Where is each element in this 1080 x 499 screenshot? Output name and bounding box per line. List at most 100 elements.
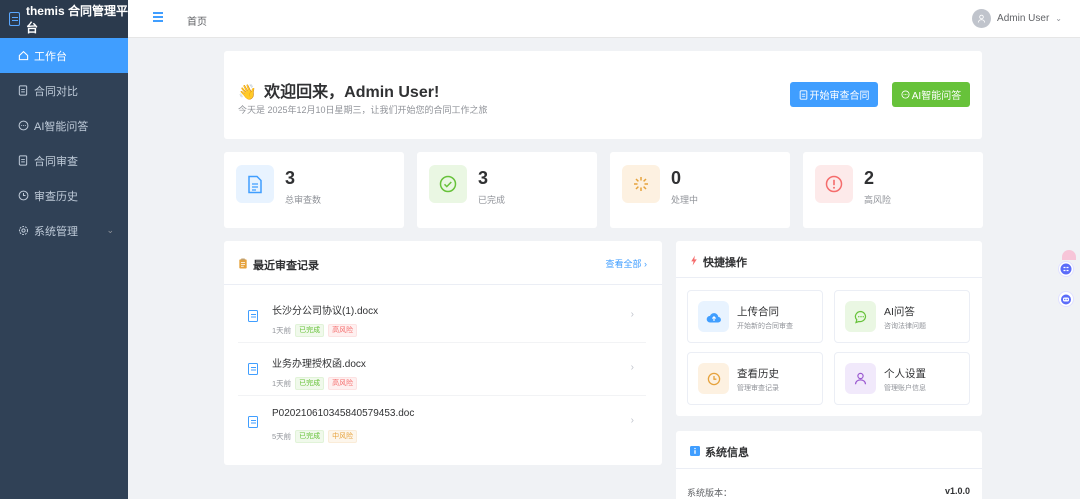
assistant-icon[interactable] bbox=[1058, 261, 1074, 277]
stat-high-risk: 2 高风险 bbox=[803, 152, 983, 228]
brand-logo[interactable]: themis 合同管理平台 bbox=[0, 0, 128, 38]
divider bbox=[224, 284, 662, 285]
list-item[interactable]: 长沙分公司协议(1).docx 1天前 已完成 高风险 › bbox=[238, 291, 646, 343]
stat-label: 总审查数 bbox=[285, 195, 322, 205]
chevron-right-icon: › bbox=[630, 415, 634, 426]
chat-icon bbox=[17, 120, 29, 132]
document-icon bbox=[248, 416, 258, 428]
stat-value: 0 bbox=[671, 168, 682, 188]
chevron-right-icon: › bbox=[630, 362, 634, 373]
list-item[interactable]: P020210610345840579453.doc 5天前 已完成 中风险 › bbox=[238, 397, 646, 449]
stat-value: 2 bbox=[864, 168, 875, 188]
file-name: P020210610345840579453.doc bbox=[272, 408, 415, 419]
action-title: AI问答 bbox=[884, 306, 915, 318]
sidebar-item-contract-review[interactable]: 合同审查 bbox=[0, 143, 128, 178]
view-history-button[interactable]: 查看历史 管理审查记录 bbox=[687, 352, 823, 405]
personal-settings-button[interactable]: 个人设置 管理账户信息 bbox=[834, 352, 970, 405]
robot-icon[interactable] bbox=[1058, 291, 1074, 307]
user-menu[interactable]: Admin User ⌄ bbox=[972, 9, 1062, 28]
action-title: 查看历史 bbox=[737, 368, 779, 380]
stat-label: 已完成 bbox=[478, 195, 506, 205]
file-meta: 1天前 已完成 高风险 bbox=[272, 324, 358, 337]
chevron-right-icon: › bbox=[630, 309, 634, 320]
clock-icon bbox=[698, 363, 729, 394]
time-ago: 1天前 bbox=[272, 326, 292, 335]
action-subtitle: 咨询法律问题 bbox=[884, 323, 926, 330]
chevron-down-icon: ⌄ bbox=[106, 225, 114, 235]
document-icon bbox=[248, 310, 258, 322]
file-name: 业务办理授权函.docx bbox=[272, 359, 366, 370]
welcome-title: 👋 欢迎回来，Admin User! bbox=[238, 84, 440, 101]
risk-badge: 高风险 bbox=[328, 324, 358, 337]
action-title: 个人设置 bbox=[884, 368, 926, 380]
document-icon bbox=[17, 155, 29, 167]
sidebar-item-workbench[interactable]: 工作台 bbox=[0, 38, 128, 73]
chevron-down-icon: ⌄ bbox=[1055, 14, 1062, 23]
top-header: 首页 Admin User ⌄ bbox=[128, 0, 1080, 38]
sidebar-item-review-history[interactable]: 审查历史 bbox=[0, 178, 128, 213]
status-badge: 已完成 bbox=[295, 324, 325, 337]
status-badge: 已完成 bbox=[295, 430, 325, 443]
stat-label: 高风险 bbox=[864, 195, 892, 205]
breadcrumb[interactable]: 首页 bbox=[187, 13, 207, 28]
sidebar-item-label: 审查历史 bbox=[34, 190, 78, 203]
info-icon bbox=[690, 445, 700, 459]
ai-qa-button[interactable]: AI智能问答 bbox=[892, 82, 970, 107]
quick-actions-panel: 快捷操作 上传合同 开始新的合同审查 AI问答 咨询法律问题 查看历史 管理审查… bbox=[676, 241, 982, 416]
user-name: Admin User bbox=[997, 13, 1050, 24]
divider bbox=[676, 468, 982, 469]
sidebar-item-label: 系统管理 bbox=[34, 225, 78, 238]
document-icon bbox=[9, 12, 20, 26]
action-subtitle: 管理审查记录 bbox=[737, 385, 779, 392]
version-value: v1.0.0 bbox=[944, 486, 970, 496]
action-title: 上传合同 bbox=[737, 306, 779, 318]
file-name: 长沙分公司协议(1).docx bbox=[272, 306, 379, 317]
upload-contract-button[interactable]: 上传合同 开始新的合同审查 bbox=[687, 290, 823, 343]
sidebar-item-ai-qa[interactable]: AI智能问答 bbox=[0, 108, 128, 143]
sidebar-item-system-management[interactable]: 系统管理 ⌄ bbox=[0, 213, 128, 248]
time-ago: 5天前 bbox=[272, 432, 292, 441]
welcome-subtitle: 今天是 2025年12月10日星期三，让我们开始您的合同工作之旅 bbox=[238, 105, 488, 115]
sidebar-item-contract-compare[interactable]: 合同对比 bbox=[0, 73, 128, 108]
stat-label: 处理中 bbox=[671, 195, 699, 205]
floating-widget-tab[interactable] bbox=[1062, 250, 1076, 260]
recent-reviews-panel: 最近审查记录 查看全部 › 长沙分公司协议(1).docx 1天前 已完成 高风… bbox=[224, 241, 662, 465]
wave-icon: 👋 bbox=[238, 84, 257, 101]
section-title: 系统信息 bbox=[690, 444, 749, 460]
status-badge: 已完成 bbox=[295, 377, 325, 390]
stat-value: 3 bbox=[478, 168, 489, 188]
stat-value: 3 bbox=[285, 168, 296, 188]
sidebar-item-label: 合同审查 bbox=[34, 155, 78, 168]
system-info-panel: 系统信息 系统版本： v1.0.0 bbox=[676, 431, 982, 499]
stat-total-reviews: 3 总审查数 bbox=[224, 152, 404, 228]
divider bbox=[676, 277, 982, 278]
start-review-button[interactable]: 开始审查合同 bbox=[790, 82, 878, 107]
stat-completed: 3 已完成 bbox=[417, 152, 597, 228]
list-item[interactable]: 业务办理授权函.docx 1天前 已完成 高风险 › bbox=[238, 344, 646, 396]
gear-icon bbox=[17, 225, 29, 237]
ai-qa-action-button[interactable]: AI问答 咨询法律问题 bbox=[834, 290, 970, 343]
risk-badge: 高风险 bbox=[328, 377, 358, 390]
check-circle-icon bbox=[429, 165, 467, 203]
document-icon bbox=[248, 363, 258, 375]
time-ago: 1天前 bbox=[272, 379, 292, 388]
brand-title: themis 合同管理平台 bbox=[25, 4, 128, 35]
sidebar-item-label: 工作台 bbox=[34, 50, 67, 63]
system-version-row: 系统版本： v1.0.0 bbox=[687, 486, 970, 499]
lightning-icon bbox=[690, 255, 698, 269]
avatar bbox=[972, 9, 992, 28]
file-meta: 5天前 已完成 中风险 bbox=[272, 430, 358, 443]
stat-processing: 0 处理中 bbox=[610, 152, 790, 228]
chat-icon bbox=[845, 301, 876, 332]
divider bbox=[238, 395, 646, 396]
section-title: 最近审查记录 bbox=[238, 257, 319, 273]
view-all-link[interactable]: 查看全部 › bbox=[606, 257, 648, 270]
clock-icon bbox=[17, 190, 29, 202]
menu-toggle-icon[interactable] bbox=[153, 12, 163, 24]
chat-icon bbox=[901, 90, 910, 99]
sidebar: themis 合同管理平台 工作台 合同对比 AI智能问答 合同审查 审查历史 bbox=[0, 0, 128, 499]
home-icon bbox=[17, 50, 29, 62]
sidebar-item-label: AI智能问答 bbox=[34, 120, 89, 133]
risk-badge: 中风险 bbox=[328, 430, 358, 443]
document-icon bbox=[799, 89, 807, 100]
